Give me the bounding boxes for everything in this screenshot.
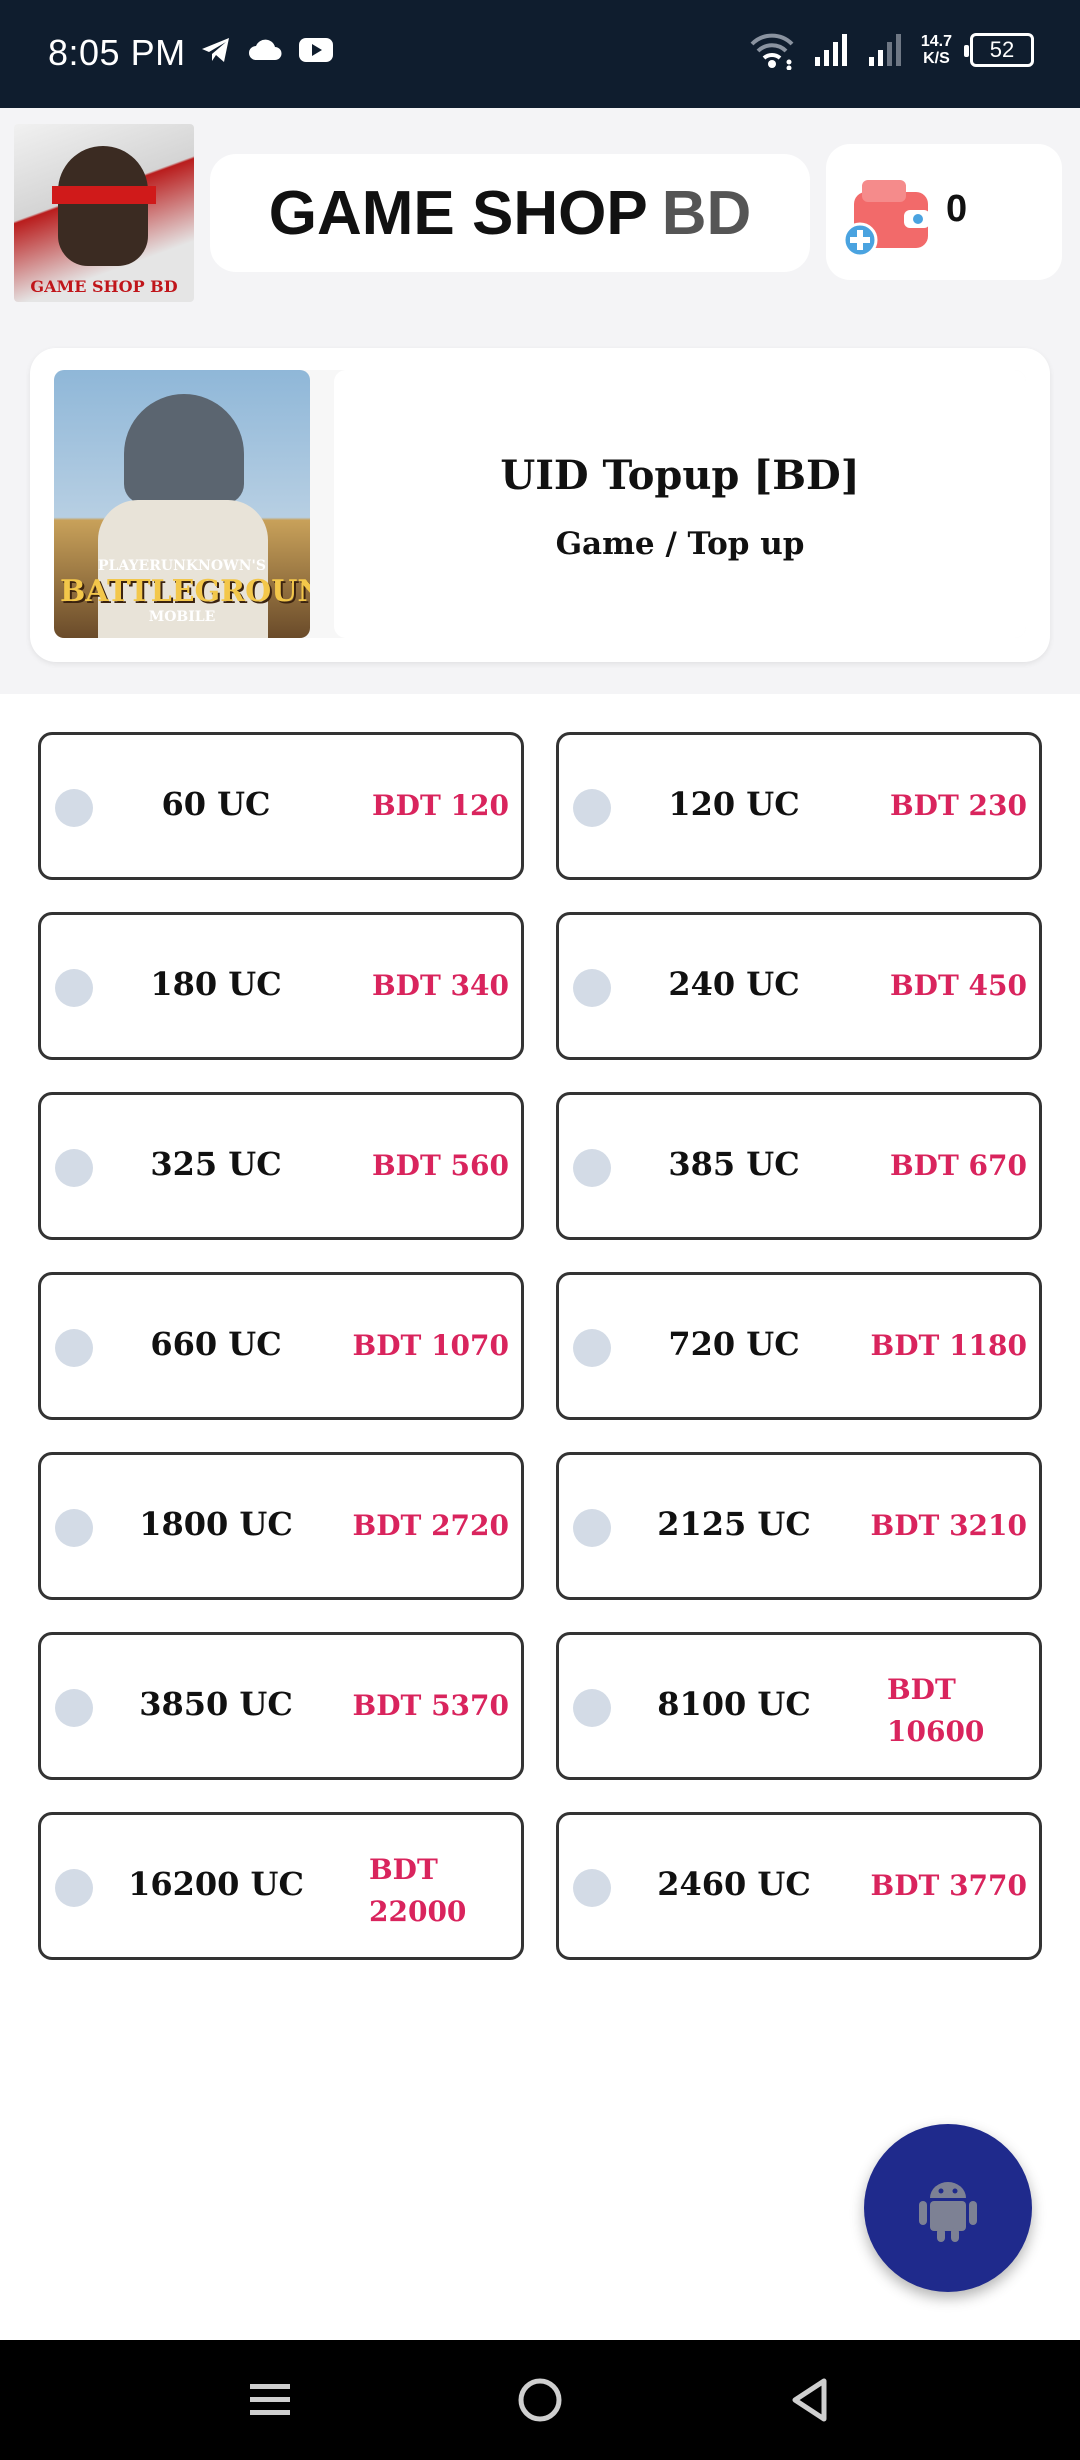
package-price: BDT 1070 xyxy=(352,1329,509,1362)
radio-button[interactable] xyxy=(573,1509,611,1547)
game-logo: PLAYERUNKNOWN'S BATTLEGROUNDS MOBILE xyxy=(60,558,310,625)
status-bar: 8:05 PM 14.7 K/S 52 xyxy=(0,0,1080,108)
package-option[interactable]: 240 UC BDT 450 xyxy=(556,912,1042,1060)
package-price: BDT 3210 xyxy=(870,1509,1027,1542)
battery-indicator: 52 xyxy=(964,33,1034,67)
status-time: 8:05 PM xyxy=(48,32,186,73)
logo-blindfold xyxy=(52,186,156,204)
radio-button[interactable] xyxy=(55,1869,93,1907)
cart-count: 0 xyxy=(946,188,968,230)
back-triangle-icon xyxy=(792,2378,827,2422)
cart-button[interactable]: 0 xyxy=(826,144,1062,280)
package-name: 60 UC xyxy=(161,785,271,823)
app-header: GAME SHOP BD GAME SHOP BD 0 xyxy=(0,108,1080,318)
package-name: 720 UC xyxy=(668,1325,800,1363)
menu-button[interactable] xyxy=(240,2370,300,2430)
package-name: 2125 UC xyxy=(657,1505,811,1543)
package-name: 180 UC xyxy=(150,965,282,1003)
logo-text: GAME SHOP BD xyxy=(30,277,178,296)
radio-button[interactable] xyxy=(573,1689,611,1727)
package-option[interactable]: 180 UC BDT 340 xyxy=(38,912,524,1060)
youtube-icon xyxy=(299,38,333,62)
cloud-icon xyxy=(249,39,282,60)
package-option[interactable]: 2125 UC BDT 3210 xyxy=(556,1452,1042,1600)
android-fab-button[interactable] xyxy=(864,2124,1032,2292)
radio-button[interactable] xyxy=(55,1509,93,1547)
package-price: BDT 2720 xyxy=(352,1509,509,1542)
package-name: 385 UC xyxy=(668,1145,800,1183)
signal-weak-icon xyxy=(868,34,901,66)
package-option[interactable]: 3850 UC BDT 5370 xyxy=(38,1632,524,1780)
shop-title: GAME SHOP BD xyxy=(210,154,810,272)
package-option[interactable]: 325 UC BDT 560 xyxy=(38,1092,524,1240)
package-option[interactable]: 2460 UC BDT 3770 xyxy=(556,1812,1042,1960)
package-name: 3850 UC xyxy=(139,1685,293,1723)
package-price: BDT 560 xyxy=(372,1149,509,1182)
shop-title-suffix: BD xyxy=(661,178,752,248)
package-price: BDT 450 xyxy=(890,969,1027,1002)
product-card: PLAYERUNKNOWN'S BATTLEGROUNDS MOBILE UID… xyxy=(30,348,1050,662)
wallet-add-icon xyxy=(842,180,930,258)
package-grid: 60 UC BDT 120 120 UC BDT 230 180 UC BDT 340… xyxy=(38,732,1042,1960)
back-button[interactable] xyxy=(780,2370,840,2430)
product-inner: PLAYERUNKNOWN'S BATTLEGROUNDS MOBILE UID… xyxy=(54,370,1026,638)
package-name: 16200 UC xyxy=(128,1865,304,1903)
telegram-icon xyxy=(202,38,229,62)
radio-button[interactable] xyxy=(55,1689,93,1727)
product-title: UID Topup [BD] xyxy=(500,452,860,499)
home-circle-icon xyxy=(518,2378,562,2422)
wifi-icon xyxy=(750,33,794,70)
product-subtitle: Game / Top up xyxy=(555,526,805,562)
package-name: 8100 UC xyxy=(657,1685,811,1723)
helmet-shape xyxy=(124,394,244,504)
shop-title-main: GAME SHOP xyxy=(268,178,648,248)
radio-button[interactable] xyxy=(573,789,611,827)
radio-button[interactable] xyxy=(55,969,93,1007)
radio-button[interactable] xyxy=(55,789,93,827)
product-image: PLAYERUNKNOWN'S BATTLEGROUNDS MOBILE xyxy=(54,370,310,638)
package-price: BDT 5370 xyxy=(352,1689,509,1722)
package-price: BDT 10600 xyxy=(887,1673,985,1748)
shop-logo[interactable]: GAME SHOP BD xyxy=(14,124,194,302)
package-price: BDT 670 xyxy=(890,1149,1027,1182)
status-icons-left xyxy=(200,36,334,64)
package-name: 325 UC xyxy=(150,1145,282,1183)
package-price: BDT 230 xyxy=(890,789,1027,822)
network-speed: 14.7 K/S xyxy=(920,33,952,67)
package-name: 2460 UC xyxy=(657,1865,811,1903)
radio-button[interactable] xyxy=(573,1149,611,1187)
status-icons-right: 14.7 K/S 52 xyxy=(749,30,1034,70)
product-section: PLAYERUNKNOWN'S BATTLEGROUNDS MOBILE UID… xyxy=(0,318,1080,694)
package-price: BDT 1180 xyxy=(870,1329,1027,1362)
package-price: BDT 120 xyxy=(372,789,509,822)
radio-button[interactable] xyxy=(55,1149,93,1187)
package-price: BDT 22000 xyxy=(369,1853,467,1928)
package-option[interactable]: 1800 UC BDT 2720 xyxy=(38,1452,524,1600)
package-option[interactable]: 60 UC BDT 120 xyxy=(38,732,524,880)
package-price: BDT 3770 xyxy=(870,1869,1027,1902)
system-nav-bar xyxy=(0,2340,1080,2460)
home-button[interactable] xyxy=(510,2370,570,2430)
package-name: 120 UC xyxy=(668,785,800,823)
product-info: UID Topup [BD] Game / Top up xyxy=(334,370,1026,638)
package-name: 240 UC xyxy=(668,965,800,1003)
package-option[interactable]: 660 UC BDT 1070 xyxy=(38,1272,524,1420)
signal-icon xyxy=(814,34,847,66)
package-option[interactable]: 720 UC BDT 1180 xyxy=(556,1272,1042,1420)
package-name: 1800 UC xyxy=(139,1505,293,1543)
package-name: 660 UC xyxy=(150,1325,282,1363)
package-option[interactable]: 8100 UC BDT 10600 xyxy=(556,1632,1042,1780)
logo-portrait xyxy=(58,146,148,266)
android-icon xyxy=(919,2182,977,2242)
package-option[interactable]: 385 UC BDT 670 xyxy=(556,1092,1042,1240)
radio-button[interactable] xyxy=(573,969,611,1007)
radio-button[interactable] xyxy=(573,1329,611,1367)
package-option[interactable]: 16200 UC BDT 22000 xyxy=(38,1812,524,1960)
radio-button[interactable] xyxy=(573,1869,611,1907)
package-price: BDT 340 xyxy=(372,969,509,1002)
menu-icon xyxy=(250,2384,290,2415)
package-option[interactable]: 120 UC BDT 230 xyxy=(556,732,1042,880)
radio-button[interactable] xyxy=(55,1329,93,1367)
